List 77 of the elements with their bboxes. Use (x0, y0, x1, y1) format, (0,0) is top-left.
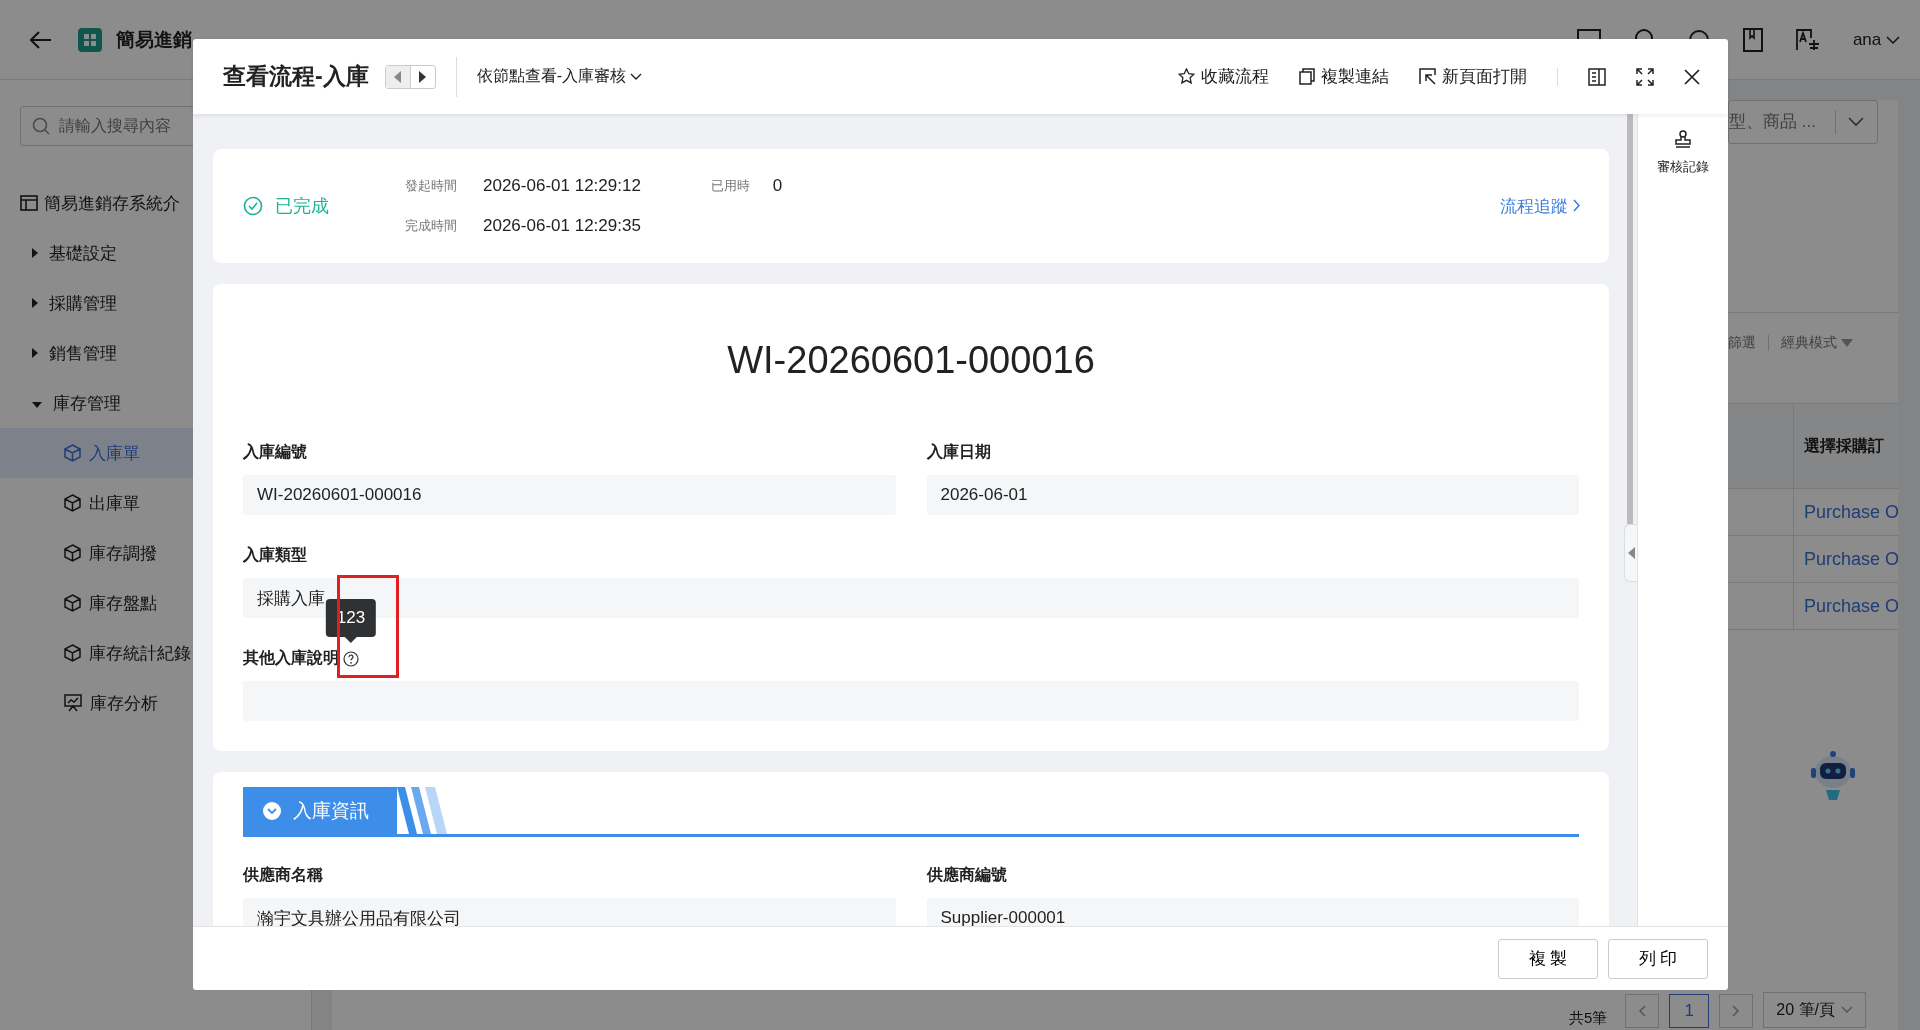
back-icon[interactable] (30, 30, 52, 49)
panel-toggle-icon[interactable] (1588, 67, 1606, 86)
input-field[interactable]: 瀚宇文具辦公用品有限公司 (243, 898, 896, 926)
user-menu[interactable]: ana (1852, 29, 1900, 50)
copy-icon (1299, 68, 1315, 85)
search-field[interactable]: 型、商品 ... (1728, 100, 1878, 144)
chevron-icon (630, 73, 643, 81)
toolbar-action[interactable]: 收藏流程 (1178, 65, 1269, 88)
cube-icon (64, 494, 81, 512)
toolbar-action[interactable]: 新頁面打開 (1419, 65, 1527, 88)
audit-log-label[interactable]: 審核記錄 (1657, 158, 1709, 176)
input-field[interactable]: WI-20260601-000016 (243, 475, 896, 515)
caret-icon[interactable] (32, 248, 38, 258)
record-link[interactable]: Purchase O (1804, 501, 1898, 523)
time-label: 完成時間 (405, 217, 458, 235)
caret-icon[interactable] (32, 298, 38, 308)
chart-icon (64, 694, 82, 712)
collapse-handle[interactable] (1624, 524, 1637, 582)
caret-icon[interactable] (32, 348, 38, 358)
field-label: 供應商編號 (926, 865, 1007, 885)
external-link-icon (1419, 68, 1436, 85)
close-icon[interactable] (1684, 68, 1700, 85)
toolbar-action[interactable]: 複製連結 (1299, 65, 1389, 88)
chevron-icon[interactable] (1848, 117, 1864, 127)
nav-group[interactable]: 銷售管理 (49, 341, 117, 365)
field-label: 供應商名稱 (243, 865, 323, 885)
input-field[interactable]: Supplier-000001 (926, 898, 1579, 926)
column-header: 選擇採購訂 (1803, 435, 1885, 456)
input-field[interactable]: 2026-06-01 (926, 475, 1579, 515)
chevron-left-icon (1638, 1005, 1647, 1017)
field-label: 入庫編號 (243, 442, 307, 462)
form-title: WI-20260601-000016 (726, 338, 1096, 383)
record-link[interactable]: Purchase O (1804, 548, 1898, 570)
star-icon (1178, 68, 1195, 85)
page-button[interactable]: 1 (1669, 994, 1710, 1028)
field-label: 入庫日期 (926, 442, 991, 462)
nav-group[interactable]: 基礎設定 (49, 241, 117, 265)
cube-icon (64, 644, 81, 662)
time-value: 2026-06-01 12:29:35 (483, 216, 641, 236)
book-icon[interactable] (1742, 27, 1763, 52)
app-title[interactable]: 簡易進銷 (116, 26, 192, 53)
status-label: 已完成 (275, 195, 329, 218)
chevron-icon (1886, 35, 1900, 45)
nav-item[interactable]: 簡易進銷存系統介 (44, 191, 180, 215)
time-label: 發起時間 (405, 177, 458, 195)
nav-item[interactable]: 庫存分析 (0, 678, 311, 728)
check-circle-icon (243, 196, 263, 216)
view-selector[interactable]: 依節點查看-入庫審核 (476, 66, 643, 87)
search-icon (32, 117, 50, 135)
time-value: 2026-06-01 12:29:12 (483, 176, 641, 196)
chevron-icon (1841, 1006, 1853, 1014)
time-value: 0 (772, 176, 783, 196)
trace-link[interactable]: 流程追蹤 (1500, 194, 1581, 218)
nav-group[interactable]: 採購管理 (49, 291, 117, 315)
total-count: 共5筆 (1568, 1009, 1608, 1028)
caret-icon[interactable] (32, 402, 42, 408)
translate-icon[interactable] (1794, 27, 1821, 52)
stamp-icon[interactable] (1674, 130, 1692, 148)
help-icon[interactable] (343, 650, 359, 667)
cube-icon (64, 594, 81, 612)
page-size-select[interactable]: 20 筆/頁 (1763, 992, 1866, 1028)
cube-icon (64, 544, 81, 562)
mode-dropdown[interactable]: 經典模式 (1781, 334, 1853, 352)
nav-group[interactable]: 庫存管理 (53, 391, 121, 415)
field-label: 入庫類型 (243, 545, 307, 565)
cube-icon (64, 444, 81, 462)
app-icon (78, 27, 102, 52)
footer-button[interactable]: 列 印 (1608, 938, 1708, 979)
time-label: 已用時 (710, 177, 751, 195)
chevron-right-icon (1732, 1005, 1741, 1017)
chevron-right-icon (1573, 198, 1581, 212)
record-link[interactable]: Purchase O (1804, 595, 1898, 617)
dialog-title: 查看流程-入庫 (223, 62, 369, 91)
panel-icon (20, 195, 38, 211)
footer-button[interactable]: 複 製 (1498, 938, 1598, 979)
filter-button[interactable]: 篩選 (1728, 334, 1756, 352)
fullscreen-icon[interactable] (1636, 67, 1654, 86)
